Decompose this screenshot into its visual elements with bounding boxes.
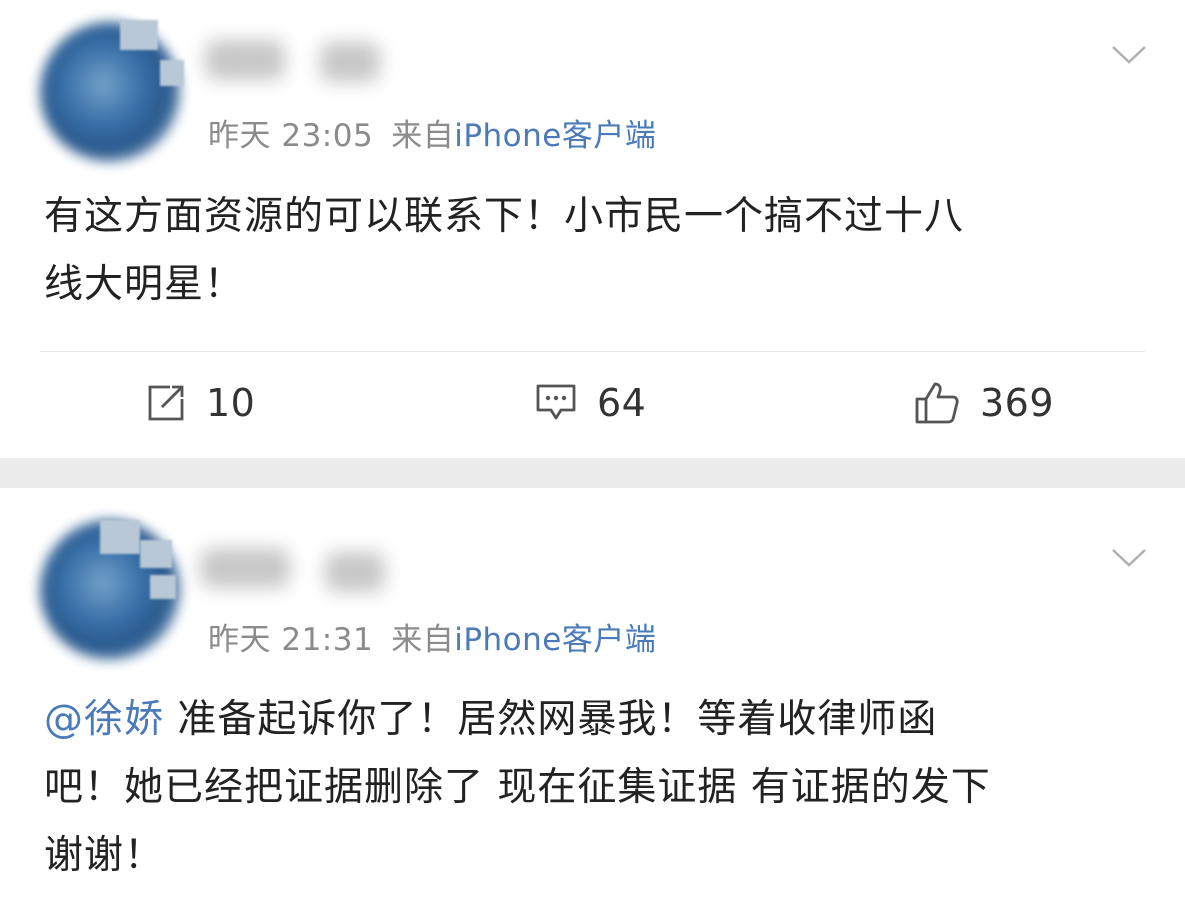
- username-blurred[interactable]: [320, 42, 380, 82]
- source-link[interactable]: iPhone客户端: [454, 622, 656, 658]
- post-text-segment: 准备起诉你了！居然网暴我！等着收律师函: [164, 697, 938, 742]
- like-count: 369: [980, 381, 1055, 425]
- avatar-pixel-block: [120, 20, 158, 50]
- post-text-line: 有这方面资源的可以联系下！小市民一个搞不过十八: [44, 194, 965, 239]
- username-blurred[interactable]: [325, 552, 385, 592]
- username-blurred[interactable]: [205, 40, 285, 80]
- timestamp: 昨天 23:05: [208, 118, 374, 154]
- comment-button[interactable]: 64: [535, 378, 646, 428]
- comment-icon: [536, 384, 576, 420]
- post-card: 昨天 23:05 来自iPhone客户端 有这方面资源的可以联系下！小市民一个搞不…: [0, 0, 1185, 458]
- username-blurred[interactable]: [200, 548, 290, 588]
- post-meta: 昨天 23:05 来自iPhone客户端: [208, 110, 656, 155]
- post-text-line: 线大明星！: [44, 262, 245, 307]
- source-prefix: 来自: [391, 622, 455, 658]
- weibo-feed: 昨天 23:05 来自iPhone客户端 有这方面资源的可以联系下！小市民一个搞不…: [0, 0, 1185, 924]
- comment-count: 64: [597, 381, 647, 425]
- post-text-line: @徐娇 准备起诉你了！居然网暴我！等着收律师函: [44, 686, 1144, 754]
- post-text: 有这方面资源的可以联系下！小市民一个搞不过十八 线大明星！: [44, 183, 1144, 319]
- chevron-down-icon[interactable]: [1111, 548, 1147, 568]
- avatar-pixel-block: [160, 60, 184, 86]
- mention-link[interactable]: @徐娇: [44, 697, 164, 742]
- timestamp: 昨天 21:31: [208, 622, 374, 658]
- repost-icon: [148, 385, 184, 421]
- post-meta: 昨天 21:31 来自iPhone客户端: [208, 614, 656, 659]
- source-link[interactable]: iPhone客户端: [454, 118, 656, 154]
- post-text-line: 谢谢！: [44, 833, 165, 878]
- feed-separator: [0, 458, 1185, 488]
- like-button[interactable]: 369: [914, 378, 1054, 428]
- post-text: @徐娇 准备起诉你了！居然网暴我！等着收律师函 吧！她已经把证据删除了 现在征集…: [44, 686, 1144, 890]
- chevron-down-icon[interactable]: [1111, 45, 1147, 65]
- avatar[interactable]: [40, 22, 180, 162]
- post-text-line: 吧！她已经把证据删除了 现在征集证据 有证据的发下: [44, 765, 991, 810]
- avatar-pixel-block: [150, 575, 176, 599]
- avatar-pixel-block: [100, 520, 140, 554]
- source-prefix: 来自: [391, 118, 455, 154]
- avatar-pixel-block: [140, 540, 172, 568]
- divider: [40, 351, 1145, 352]
- repost-button[interactable]: 10: [146, 378, 255, 428]
- thumbs-up-icon: [915, 382, 959, 424]
- repost-count: 10: [206, 381, 256, 425]
